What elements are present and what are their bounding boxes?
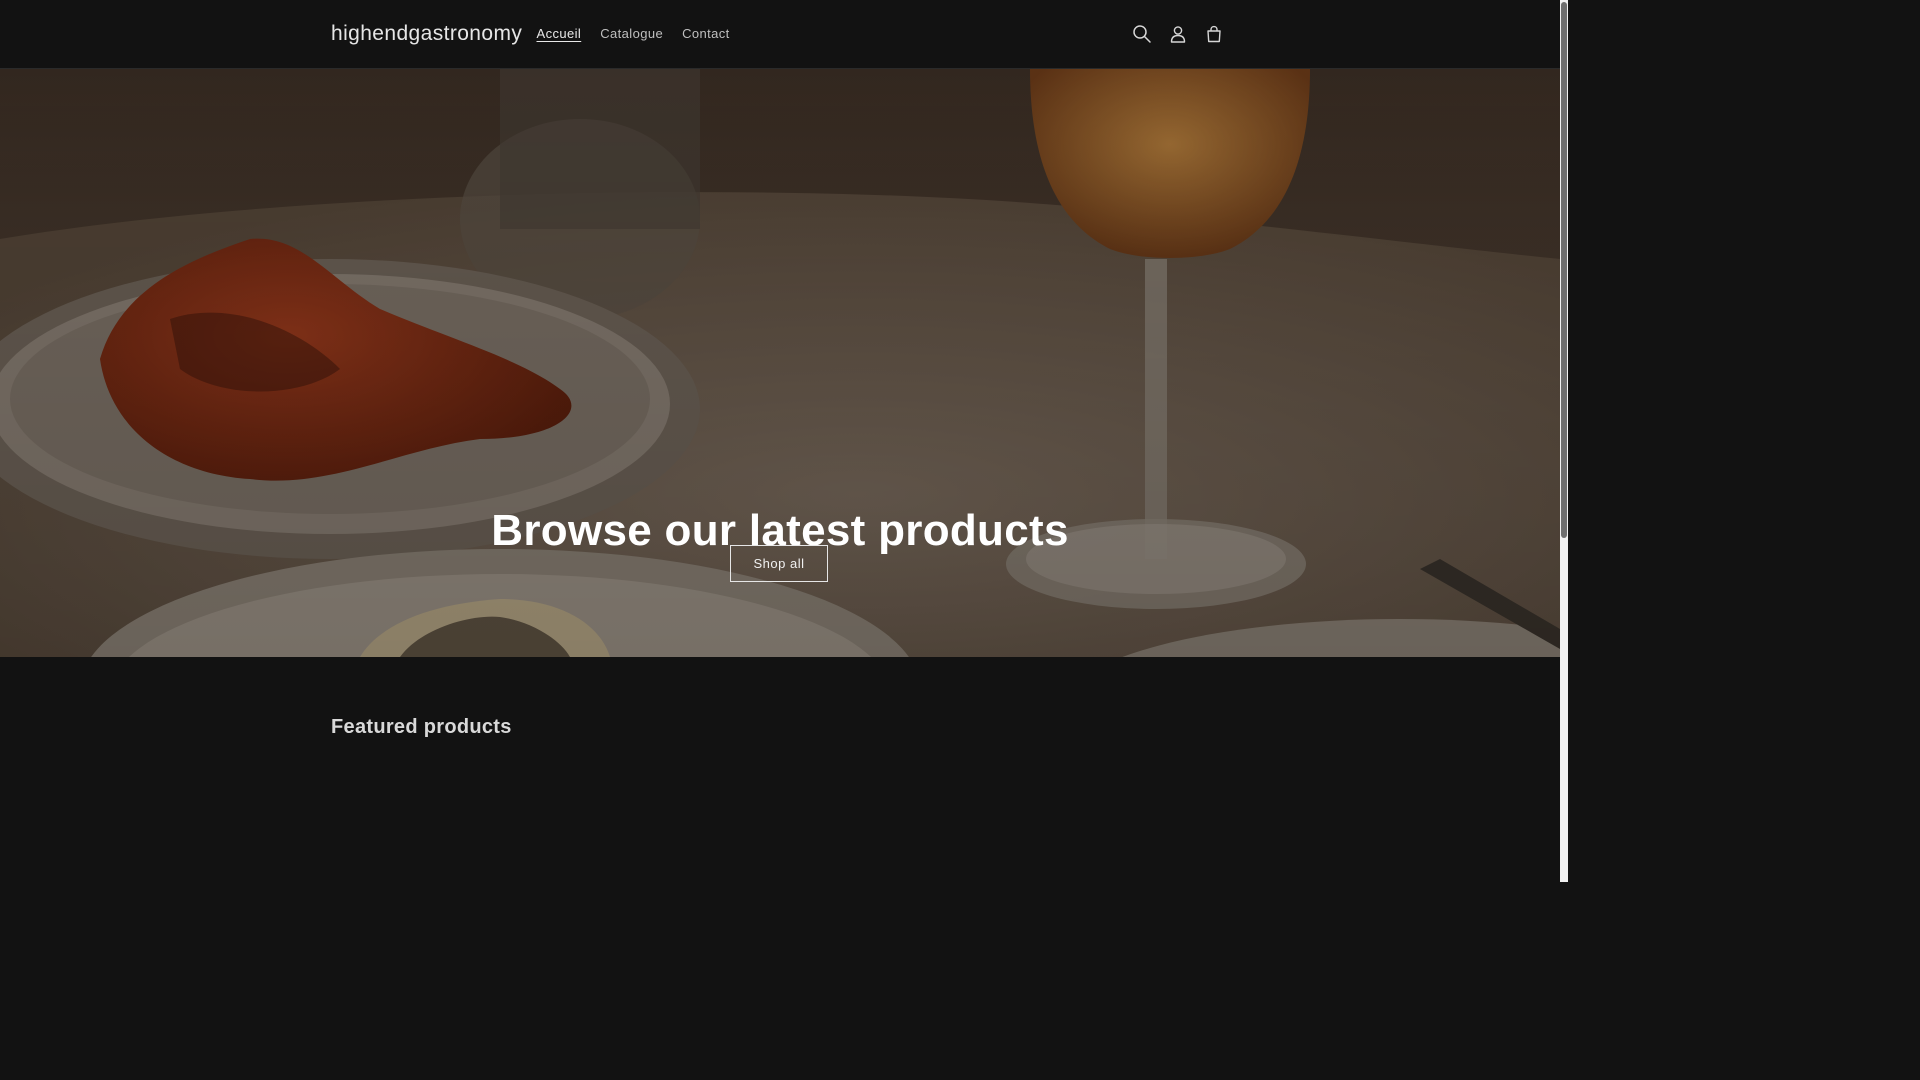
- scrollbar-thumb[interactable]: [1561, 2, 1567, 538]
- page-scrollbar[interactable]: [1560, 0, 1568, 882]
- cart-icon: [1207, 25, 1221, 43]
- hero-banner: Browse our latest products Shop all: [0, 69, 1560, 657]
- cart-button[interactable]: [1196, 16, 1232, 52]
- search-icon: [1133, 25, 1151, 43]
- nav-link-accueil[interactable]: Accueil: [527, 24, 591, 44]
- account-icon: [1170, 26, 1186, 43]
- page: highendgastronomy Accueil Catalogue Cont…: [0, 0, 1568, 882]
- header-actions: [1124, 16, 1232, 52]
- store-logo[interactable]: highendgastronomy: [331, 19, 522, 49]
- shop-all-button[interactable]: Shop all: [730, 545, 828, 582]
- account-button[interactable]: [1160, 16, 1196, 52]
- nav-link-contact[interactable]: Contact: [673, 24, 740, 44]
- featured-products-heading: Featured products: [331, 715, 512, 738]
- search-button[interactable]: [1124, 16, 1160, 52]
- site-header: highendgastronomy Accueil Catalogue Cont…: [0, 0, 1560, 69]
- main-nav: Accueil Catalogue Contact: [527, 24, 739, 44]
- nav-link-catalogue[interactable]: Catalogue: [591, 24, 673, 44]
